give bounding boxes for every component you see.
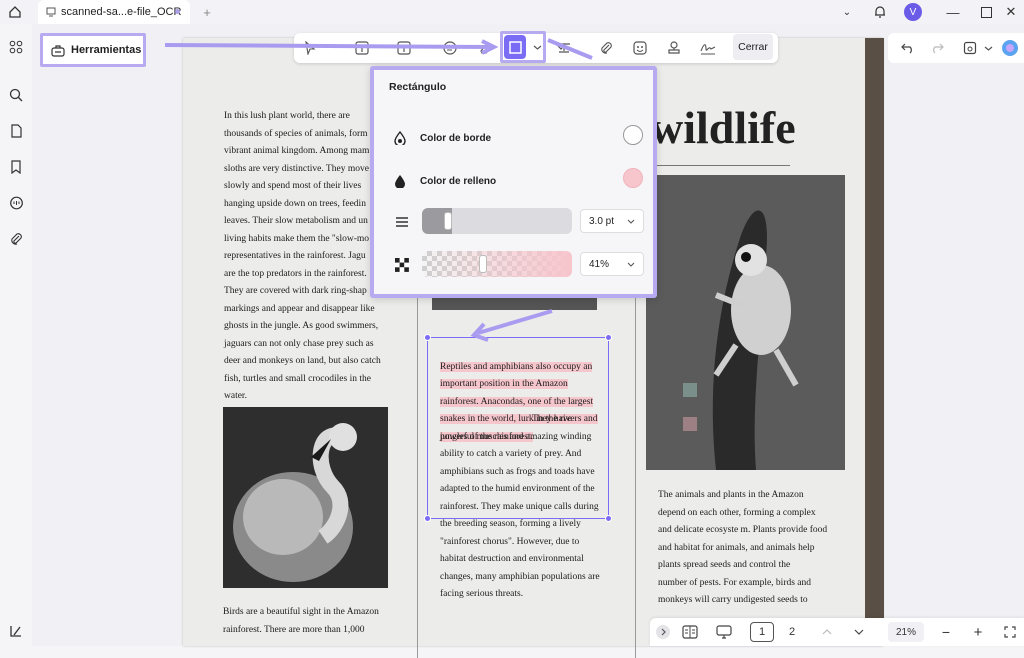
opacity-slider[interactable] <box>422 251 572 277</box>
border-color-icon <box>394 131 406 145</box>
rectangle-properties-panel: Rectángulo Color de borde Color de relle… <box>370 66 657 298</box>
border-color-label: Color de borde <box>420 132 492 144</box>
thickness-slider[interactable] <box>422 208 572 234</box>
panel-title: Rectángulo <box>389 81 447 93</box>
opacity-value: 41% <box>589 258 610 270</box>
fill-color-row: Color de relleno <box>394 174 496 188</box>
line-thickness-icon <box>395 215 409 233</box>
opacity-icon <box>395 258 409 277</box>
presentation-icon[interactable] <box>714 622 734 642</box>
collapse-icon[interactable] <box>656 625 670 639</box>
border-color-swatch[interactable] <box>623 125 643 145</box>
chevron-down-icon <box>627 262 635 267</box>
thickness-value: 3.0 pt <box>589 215 615 227</box>
zoom-in-icon[interactable]: + <box>970 622 986 642</box>
zoom-out-icon[interactable]: − <box>938 622 954 642</box>
next-page-icon[interactable] <box>852 622 866 642</box>
reading-mode-icon[interactable] <box>680 622 700 642</box>
thickness-slider-knob[interactable] <box>444 212 452 230</box>
page-navigation-bar: 1 2 21% − + <box>650 618 1024 646</box>
fill-color-label: Color de relleno <box>420 175 497 187</box>
zoom-level[interactable]: 21% <box>888 622 924 642</box>
border-color-row: Color de borde <box>394 131 491 145</box>
previous-page-icon[interactable] <box>820 622 834 642</box>
thickness-select[interactable]: 3.0 pt <box>580 209 644 233</box>
fill-color-icon <box>395 175 405 188</box>
chevron-down-icon <box>627 219 635 224</box>
page-2-button[interactable]: 2 <box>782 622 802 642</box>
fill-color-swatch[interactable] <box>623 168 643 188</box>
page-1-button[interactable]: 1 <box>750 622 774 642</box>
opacity-select[interactable]: 41% <box>580 252 644 276</box>
opacity-slider-knob[interactable] <box>479 255 487 273</box>
fit-page-icon[interactable] <box>1002 622 1018 642</box>
